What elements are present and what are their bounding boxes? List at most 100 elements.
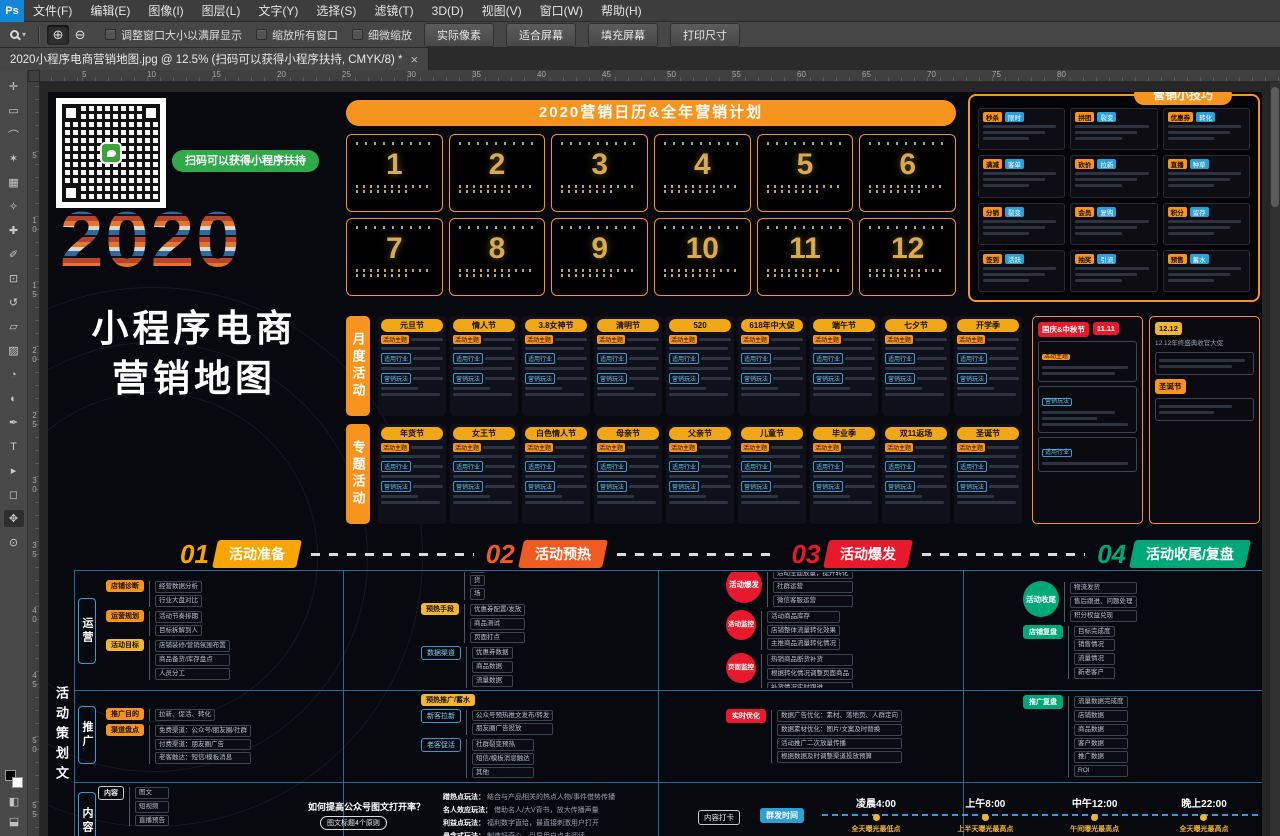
quick-selection-tool-icon[interactable]: ✶ [4, 150, 24, 167]
填充屏幕[interactable]: 填充屏幕 [588, 23, 658, 47]
pen-tool-icon[interactable]: ✒ [4, 414, 24, 431]
vertical-scrollbar[interactable] [1269, 82, 1280, 836]
tip-card: 预售 蓄水 [1163, 250, 1250, 292]
mindmap-leaf: 活动节奏排期 [155, 611, 202, 623]
content-row: 内容 图文短视频直播预告 如何提高公众号图文打开率？ 图文标题4个原则 蹭热点玩… [98, 784, 1260, 836]
zoom-out-button[interactable]: ⊖ [69, 25, 91, 45]
brush-tool-icon[interactable]: ✐ [4, 246, 24, 263]
weekday-dots [869, 142, 946, 145]
calendar-month-card: 12 [859, 218, 956, 296]
menu-item[interactable]: 文字(Y) [249, 0, 307, 22]
打印尺寸[interactable]: 打印尺寸 [670, 23, 740, 47]
mindmap-leaf: 根据数据及时调整渠道投放预算 [777, 751, 902, 763]
weekday-dots [459, 142, 536, 145]
menu-item[interactable]: 滤镜(T) [365, 0, 422, 22]
weekday-dots [356, 142, 433, 145]
blur-tool-icon[interactable]: ◔ [4, 366, 24, 383]
timeline-time: 上午8:00 [933, 795, 1037, 810]
tip-tag: 秒杀 [983, 112, 1002, 122]
date-dots [767, 190, 819, 193]
chevron-down-icon: ▾ [22, 30, 26, 39]
mindmap-group: 内容 图文短视频直播预告 [98, 786, 298, 826]
type-tool-icon[interactable]: T [4, 438, 24, 455]
field-tag-theme: 活动主题 [813, 443, 841, 452]
crop-tool-icon[interactable]: ▦ [4, 174, 24, 191]
canvas-area[interactable]: 扫码可以获得小程序扶持 2020 小程序电商 营销地图 2020营销日历&全年营… [40, 82, 1280, 836]
menu-item[interactable]: 编辑(E) [81, 0, 139, 22]
eyedropper-tool-icon[interactable]: ✧ [4, 198, 24, 215]
menu-bar: Ps 文件(F)编辑(E)图像(I)图层(L)文字(Y)选择(S)滤镜(T)3D… [0, 0, 1280, 22]
mindmap-node: 老客促活 [421, 738, 461, 752]
color-swatches[interactable] [5, 770, 23, 788]
menu-item[interactable]: 3D(D) [423, 0, 473, 22]
mindmap-items: 数据广告优化：素材、落地页、人群定向数据素材优化：图片/文案及时替换活动推广二次… [771, 710, 902, 763]
mindmap-group: 店铺诊断 经营数据分析行业大盘对比 [106, 580, 405, 607]
healing-brush-tool-icon[interactable]: ✚ [4, 222, 24, 239]
activity-title: 毕业季 [813, 427, 875, 440]
move-tool-icon[interactable]: ✛ [4, 78, 24, 95]
zoom-tool-icon[interactable]: ⊙ [4, 534, 24, 551]
field-tag-theme: 活动主题 [597, 443, 625, 452]
option-checkbox[interactable]: 缩放所有窗口 [256, 27, 338, 43]
document-canvas[interactable]: 扫码可以获得小程序扶持 2020 小程序电商 营销地图 2020营销日历&全年营… [48, 92, 1262, 836]
path-selection-tool-icon[interactable]: ▸ [4, 462, 24, 479]
menu-item[interactable]: 图层(L) [193, 0, 250, 22]
menu-item[interactable]: 选择(S) [307, 0, 365, 22]
activity-card: 圣诞节 活动主题 适用行业 营销玩法 [954, 424, 1022, 524]
mindmap-leaf: 流量数据 [472, 675, 513, 687]
mindmap-leaf: 店铺数据 [1074, 710, 1128, 722]
lasso-tool-icon[interactable]: ⌒ [4, 126, 24, 143]
ruler-number: 25 [342, 70, 407, 81]
activity-card: 七夕节 活动主题 适用行业 营销玩法 [882, 316, 950, 416]
exposure-timeline: 凌晨4:00 全天曝光最低点 上午8:00 上半天曝光最高点 [822, 784, 1258, 836]
mindmap-node: 活动收尾 [1023, 581, 1059, 617]
mindmap-leaf: 推广数据 [1074, 751, 1128, 763]
calendar-month-card: 2 [449, 134, 546, 212]
option-checkbox[interactable]: 细微缩放 [352, 27, 412, 43]
mindmap-node: 运营规划 [106, 610, 144, 622]
date-dots [561, 185, 638, 188]
option-checkbox[interactable]: 调整窗口大小以满屏显示 [105, 27, 242, 43]
mindmap-leaf: 物流发货 [1070, 582, 1137, 594]
zoom-tool-preset[interactable]: ▾ [6, 30, 30, 39]
document-title: 2020小程序电商营销地图.jpg @ 12.5% (扫码可以获得小程序扶持, … [10, 51, 403, 67]
menu-item[interactable]: 窗口(W) [531, 0, 592, 22]
实际像素[interactable]: 实际像素 [424, 23, 494, 47]
gradient-tool-icon[interactable]: ▨ [4, 342, 24, 359]
mindmap-leaf: 新老客户 [1074, 667, 1115, 679]
menu-item[interactable]: 文件(F) [24, 0, 81, 22]
stage-dashes [922, 553, 1085, 556]
mindmap-cell: 活动爆发 活动全面放量，提升转化社群运营微信客服运营 活动监控 活动商品库 [718, 572, 1015, 688]
hand-tool-icon[interactable]: ✥ [4, 510, 24, 527]
background-color-swatch[interactable] [12, 777, 23, 788]
monthly-activity-row: 元旦节 活动主题 适用行业 营销玩法 情人节 活动主题 适用行业 [378, 316, 1028, 416]
screen-mode-icon[interactable]: ⬓ [9, 815, 19, 828]
shape-tool-icon[interactable]: ◻ [4, 486, 24, 503]
ruler-number: 70 [927, 70, 992, 81]
calendar-banner: 2020营销日历&全年营销计划 [346, 100, 956, 126]
stage-number: 02 [486, 541, 515, 567]
field-tag-industry: 适用行业 [957, 353, 987, 364]
eraser-tool-icon[interactable]: ▱ [4, 318, 24, 335]
mindmap-leaf: 商品数据 [1074, 724, 1128, 736]
document-tab[interactable]: 2020小程序电商营销地图.jpg @ 12.5% (扫码可以获得小程序扶持, … [0, 48, 429, 70]
marquee-tool-icon[interactable]: ▭ [4, 102, 24, 119]
clone-stamp-tool-icon[interactable]: ⊡ [4, 270, 24, 287]
mindmap-items: 店铺装修/营销氛围布置商品备货/库存盘点人员分工 [149, 640, 230, 679]
适合屏幕[interactable]: 适合屏幕 [506, 23, 576, 47]
menu-item[interactable]: 图像(I) [139, 0, 192, 22]
zoom-in-button[interactable]: ⊕ [47, 25, 69, 45]
menu-item[interactable]: 视图(V) [473, 0, 531, 22]
field-tag-play: 营销玩法 [597, 373, 627, 384]
field-tag-play: 营销玩法 [1042, 398, 1072, 406]
menu-item[interactable]: 帮助(H) [592, 0, 651, 22]
month-number: 8 [454, 231, 541, 267]
checkbox-icon [256, 29, 267, 40]
stage-header: 01 活动准备 02 活动预热 03 活动爆发 04 活动收尾/复盘 [48, 537, 1262, 571]
scrollbar-thumb[interactable] [1271, 87, 1279, 207]
month-number: 5 [762, 147, 849, 183]
history-brush-tool-icon[interactable]: ↺ [4, 294, 24, 311]
close-tab-icon[interactable]: × [411, 53, 419, 66]
dodge-tool-icon[interactable]: ◐ [4, 390, 24, 407]
quick-mask-icon[interactable]: ◧ [9, 795, 19, 808]
